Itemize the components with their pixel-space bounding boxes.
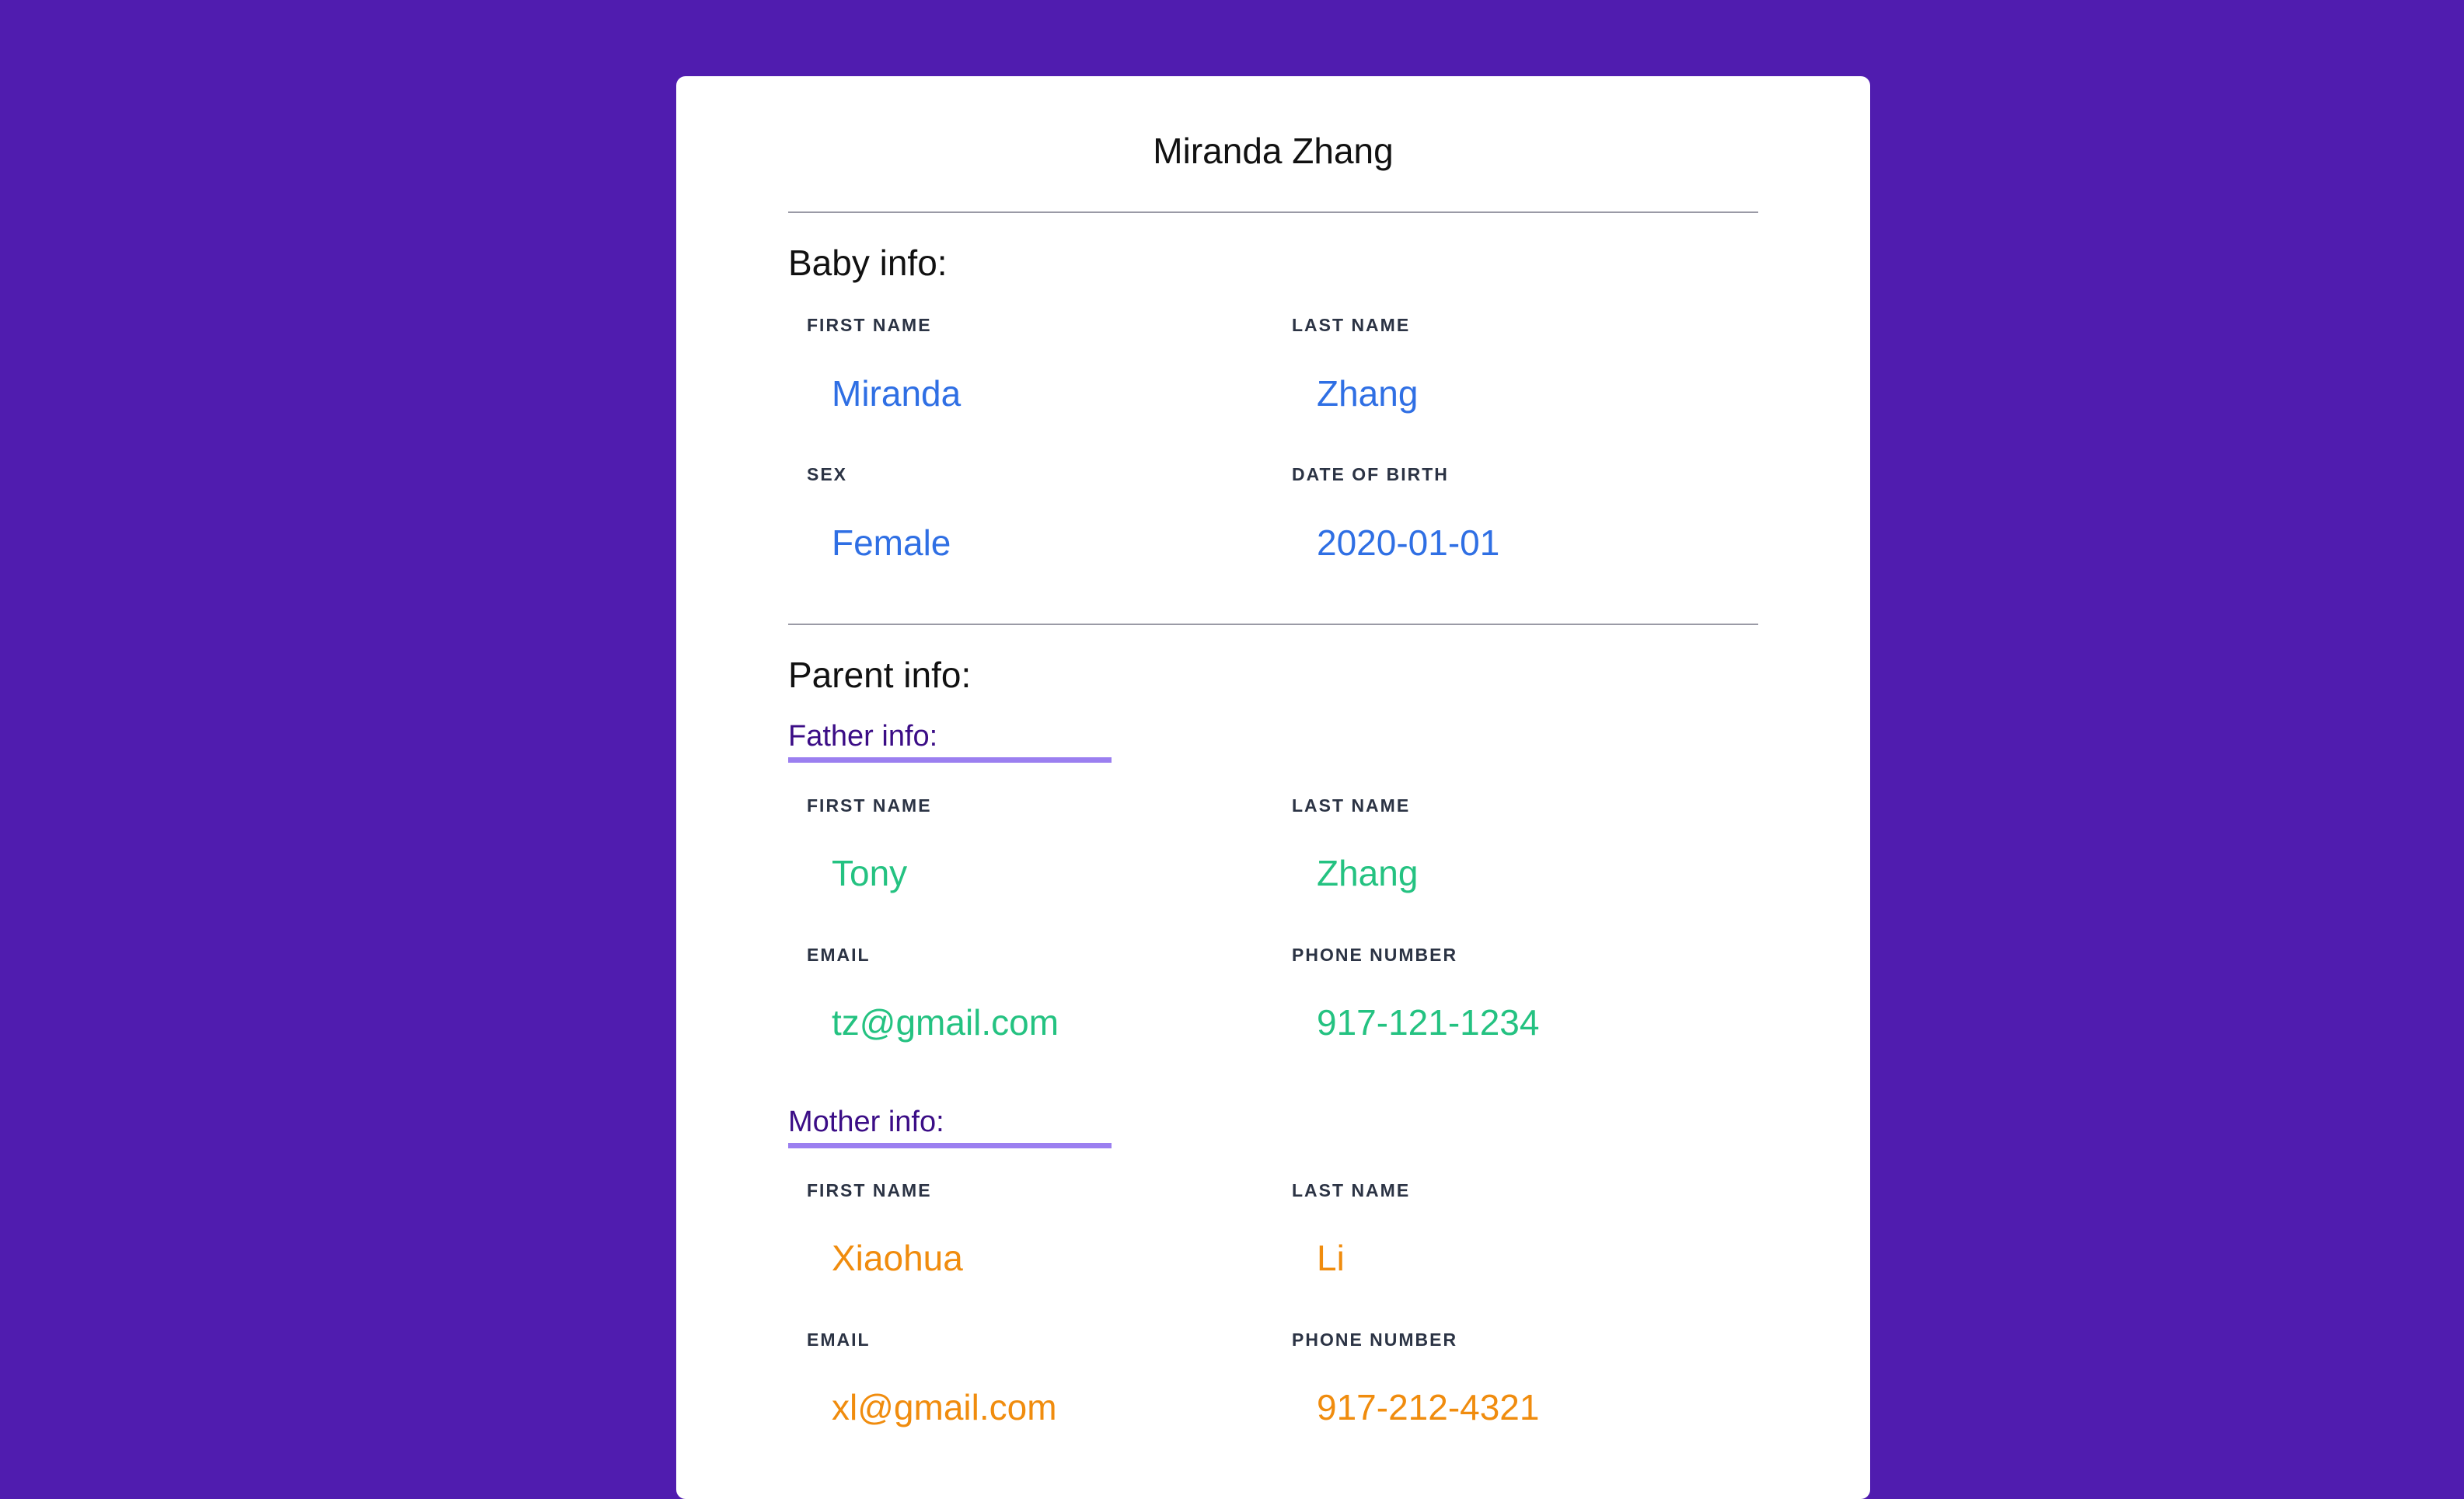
father-last-name-value: Zhang [1317, 853, 1419, 893]
father-first-name-label: FIRST NAME [807, 795, 932, 816]
baby-last-name-label: LAST NAME [1292, 315, 1411, 335]
baby-last-name-value: Zhang [1317, 373, 1419, 414]
baby-first-name-label: FIRST NAME [807, 315, 932, 335]
profile-card: Miranda Zhang Baby info: FIRST NAME Mira… [676, 76, 1870, 1499]
father-first-name-value: Tony [832, 853, 908, 893]
father-phone-label: PHONE NUMBER [1292, 945, 1458, 965]
parent-info-heading: Parent info: [788, 655, 972, 695]
mother-last-name-value: Li [1317, 1238, 1345, 1278]
divider [788, 624, 1758, 625]
mother-first-name-value: Xiaohua [832, 1238, 963, 1278]
mother-phone-label: PHONE NUMBER [1292, 1330, 1458, 1350]
father-phone-value: 917-121-1234 [1317, 1002, 1540, 1043]
mother-info-heading: Mother info: [788, 1102, 1112, 1148]
mother-email-value: xl@gmail.com [832, 1387, 1057, 1427]
baby-sex-value: Female [832, 522, 951, 563]
mother-phone-value: 917-212-4321 [1317, 1387, 1540, 1427]
father-email-value: tz@gmail.com [832, 1002, 1059, 1043]
mother-first-name-label: FIRST NAME [807, 1180, 932, 1200]
baby-info-heading: Baby info: [788, 243, 948, 283]
baby-first-name-value: Miranda [832, 373, 962, 414]
profile-title: Miranda Zhang [1153, 131, 1394, 171]
father-email-label: EMAIL [807, 945, 871, 965]
baby-sex-label: SEX [807, 464, 848, 484]
father-info-heading: Father info: [788, 717, 1112, 763]
baby-dob-label: DATE OF BIRTH [1292, 464, 1449, 484]
mother-last-name-label: LAST NAME [1292, 1180, 1411, 1200]
father-last-name-label: LAST NAME [1292, 795, 1411, 816]
divider [788, 211, 1758, 213]
baby-dob-value: 2020-01-01 [1317, 522, 1500, 563]
mother-email-label: EMAIL [807, 1330, 871, 1350]
